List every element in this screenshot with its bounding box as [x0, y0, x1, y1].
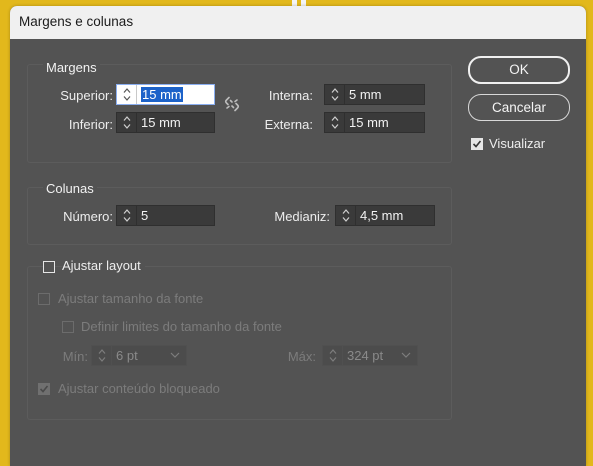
chevron-down-icon	[329, 357, 336, 362]
medianiz-field[interactable]: 4,5 mm	[335, 205, 435, 226]
interna-stepper[interactable]	[325, 85, 345, 104]
checkmark-icon	[472, 140, 482, 148]
ajustar-layout-checkbox[interactable]	[43, 261, 55, 273]
numero-label: Número:	[63, 209, 113, 224]
medianiz-stepper[interactable]	[336, 206, 356, 225]
superior-value: 15 mm	[141, 87, 183, 102]
cancel-button[interactable]: Cancelar	[468, 94, 570, 121]
ajustar-bloqueado-label: Ajustar conteúdo bloqueado	[58, 381, 220, 396]
chevron-down-icon	[123, 96, 130, 101]
inferior-stepper[interactable]	[117, 113, 137, 132]
chevron-up-icon	[123, 209, 130, 214]
numero-stepper[interactable]	[117, 206, 137, 225]
max-label: Máx:	[287, 349, 316, 364]
dropdown-arrow-icon	[401, 352, 411, 358]
chevron-up-icon	[331, 116, 338, 121]
broken-chain-icon[interactable]	[224, 95, 240, 113]
chevron-down-icon	[98, 357, 105, 362]
max-dropdown[interactable]: 324 pt	[322, 345, 418, 366]
medianiz-label: Medianiz:	[274, 209, 330, 224]
ok-button[interactable]: OK	[468, 56, 570, 84]
chevron-up-icon	[98, 349, 105, 354]
visualizar-checkbox[interactable]	[471, 138, 483, 150]
min-label: Mín:	[62, 349, 88, 364]
chevron-up-icon	[342, 209, 349, 214]
inferior-field[interactable]: 15 mm	[116, 112, 215, 133]
chevron-up-icon	[331, 88, 338, 93]
chevron-down-icon	[342, 217, 349, 222]
chevron-down-icon	[331, 96, 338, 101]
chevron-up-icon	[123, 88, 130, 93]
min-stepper[interactable]	[92, 346, 112, 365]
min-dropdown[interactable]: 6 pt	[91, 345, 187, 366]
chevron-down-icon	[123, 124, 130, 129]
interna-value: 5 mm	[349, 87, 382, 102]
definir-limites-label: Definir limites do tamanho da fonte	[81, 319, 282, 334]
ajustar-fonte-checkbox[interactable]	[38, 293, 50, 305]
definir-limites-checkbox[interactable]	[62, 321, 74, 333]
ajustar-bloqueado-checkbox[interactable]	[38, 383, 50, 395]
interna-label: Interna:	[268, 88, 313, 103]
margins-section-title: Margens	[43, 60, 100, 75]
inferior-value: 15 mm	[141, 115, 181, 130]
externa-label: Externa:	[264, 117, 313, 132]
chevron-up-icon	[329, 349, 336, 354]
margins-columns-dialog: Margens e colunas Margens Superior: 15 m…	[10, 6, 586, 466]
dialog-title: Margens e colunas	[10, 6, 586, 39]
inferior-label: Inferior:	[68, 117, 113, 132]
max-stepper[interactable]	[323, 346, 343, 365]
chevron-down-icon	[123, 217, 130, 222]
chevron-up-icon	[123, 116, 130, 121]
min-value: 6 pt	[116, 348, 138, 363]
chevron-down-icon	[331, 124, 338, 129]
interna-field[interactable]: 5 mm	[324, 84, 425, 105]
dropdown-arrow-icon	[170, 352, 180, 358]
superior-stepper[interactable]	[117, 85, 137, 104]
externa-stepper[interactable]	[325, 113, 345, 132]
visualizar-label[interactable]: Visualizar	[489, 136, 545, 151]
numero-field[interactable]: 5	[116, 205, 215, 226]
adjust-layout-panel	[27, 266, 452, 420]
max-value: 324 pt	[347, 348, 384, 363]
superior-field[interactable]: 15 mm	[116, 84, 215, 105]
checkmark-icon	[39, 385, 49, 393]
columns-section-title: Colunas	[43, 181, 97, 196]
ajustar-fonte-label: Ajustar tamanho da fonte	[58, 291, 204, 306]
medianiz-value: 4,5 mm	[360, 208, 404, 223]
externa-value: 15 mm	[349, 115, 389, 130]
superior-label: Superior:	[60, 88, 113, 103]
ajustar-layout-label[interactable]: Ajustar layout	[62, 258, 145, 273]
numero-value: 5	[141, 208, 149, 223]
externa-field[interactable]: 15 mm	[324, 112, 425, 133]
